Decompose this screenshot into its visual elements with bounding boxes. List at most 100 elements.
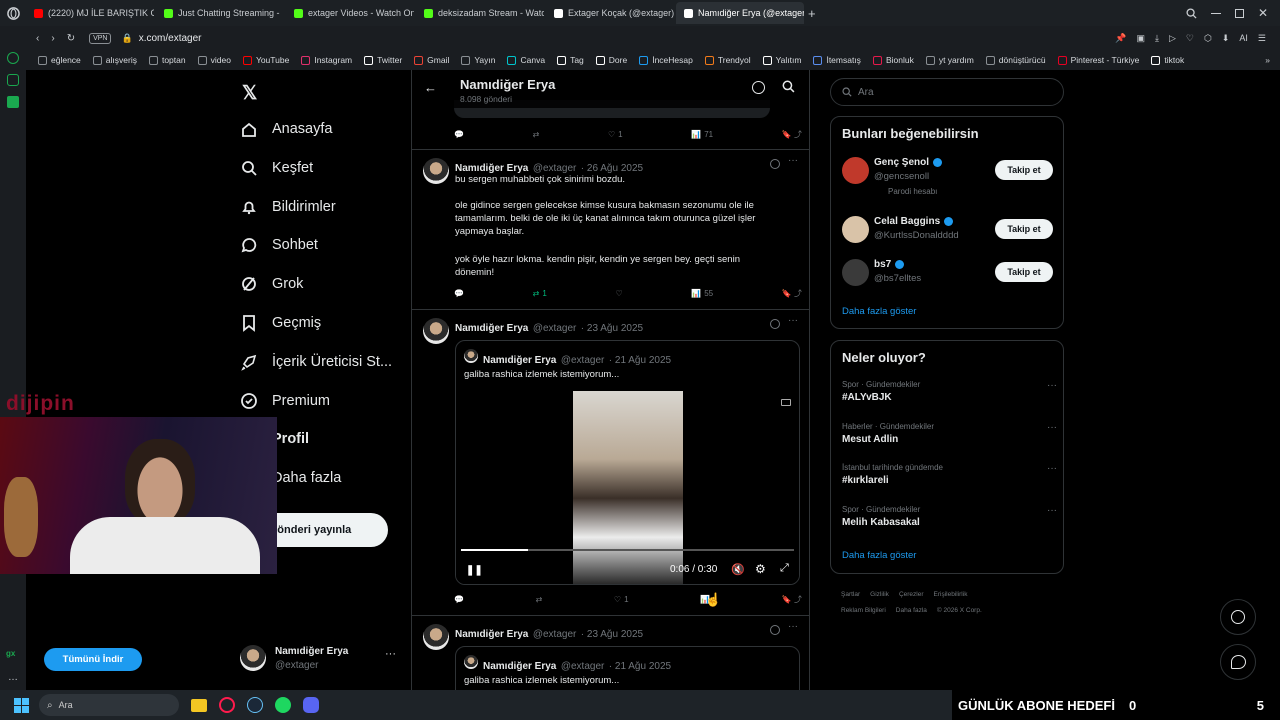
bookmark-item[interactable]: Canva xyxy=(501,55,551,65)
sidebar-more-icon[interactable]: … xyxy=(8,672,18,683)
bookmarks-overflow-icon[interactable]: » xyxy=(1265,55,1270,65)
grok-float-button[interactable] xyxy=(1220,599,1256,635)
follow-suggestion[interactable]: Genç Şenol @gencsenoll Parodi hesabı Tak… xyxy=(831,157,1063,201)
trend-item[interactable]: İstanbul tarihinde gündemde #kırklareli … xyxy=(842,463,1057,495)
retweet-icon[interactable]: ⇄ xyxy=(533,130,540,139)
snapshot-icon[interactable]: ▣ xyxy=(1137,33,1146,44)
nav-item-search[interactable]: Keşfet xyxy=(240,159,313,177)
follow-suggestion[interactable]: Celal Baggins @KurtlssDonaldddd Takip et xyxy=(831,216,1063,260)
spotify-icon[interactable] xyxy=(275,697,291,713)
grok-icon[interactable] xyxy=(770,319,780,329)
back-icon[interactable]: ‹ xyxy=(36,33,39,44)
play-icon[interactable]: ▷ xyxy=(1169,33,1176,44)
nav-item-verified[interactable]: Premium xyxy=(240,392,330,410)
opera-gx-icon[interactable] xyxy=(219,697,235,713)
messages-float-button[interactable] xyxy=(1220,644,1256,680)
reload-icon[interactable]: ↻ xyxy=(67,33,75,44)
footer-link[interactable]: Şartlar xyxy=(841,587,860,603)
views-button[interactable]: 📊 71 xyxy=(691,130,713,139)
back-arrow-icon[interactable]: ← xyxy=(424,80,437,95)
bookmark-item[interactable]: yt yardım xyxy=(920,55,980,65)
trend-item[interactable]: Spor · Gündemdekiler Melih Kabasakal ··· xyxy=(842,505,1057,537)
more-icon[interactable]: ··· xyxy=(788,621,798,632)
show-more-link[interactable]: Daha fazla göster xyxy=(842,306,916,317)
quote-tweet[interactable]: Namıdiğer Erya @extager · 21 Ağu 2025 ga… xyxy=(455,646,800,690)
footer-link[interactable]: © 2026 X Corp. xyxy=(937,603,982,619)
grok-icon[interactable] xyxy=(770,625,780,635)
like-button[interactable]: ♡ 1 xyxy=(614,595,629,604)
grok-icon[interactable] xyxy=(752,81,765,94)
footer-link[interactable]: Çerezler xyxy=(899,587,924,603)
nav-item-grok[interactable]: Grok xyxy=(240,275,303,293)
nav-item-bookmark[interactable]: Geçmiş xyxy=(240,314,321,332)
x-logo-icon[interactable]: 𝕏 xyxy=(242,82,257,105)
follow-button[interactable]: Takip et xyxy=(995,262,1053,282)
bookmark-item[interactable]: Trendyol xyxy=(699,55,757,65)
tweet-handle[interactable]: @extager xyxy=(533,323,577,334)
pin-icon[interactable]: 📌 xyxy=(1115,33,1126,44)
footer-link[interactable]: Reklam Bilgileri xyxy=(841,603,886,619)
bookmark-item[interactable]: Gmail xyxy=(408,55,455,65)
sidebar-gx-icon[interactable]: gx xyxy=(6,649,15,658)
tweet-author[interactable]: Namıdiğer Erya xyxy=(455,629,528,640)
browser-tab[interactable]: (2220) MJ İLE BARIŞTIK G xyxy=(26,2,154,24)
tweet-author[interactable]: Namıdiğer Erya xyxy=(455,323,528,334)
bookmark-item[interactable]: İnceHesap xyxy=(633,55,699,65)
footer-link[interactable]: Daha fazla xyxy=(896,603,927,619)
bookmark-item[interactable]: Yalıtım xyxy=(757,55,808,65)
browser-tab[interactable]: deksizadam Stream - Watc xyxy=(416,2,544,24)
tweet-avatar[interactable] xyxy=(423,624,449,650)
browser-tab[interactable]: Namıdiğer Erya (@extager) xyxy=(676,2,804,24)
reply-icon[interactable]: 💬 xyxy=(454,289,464,298)
tweet-date[interactable]: · 23 Ağu 2025 xyxy=(581,323,643,334)
search-icon[interactable] xyxy=(782,80,795,98)
bookmark-item[interactable]: İtemsatış xyxy=(807,55,866,65)
trends-show-more-link[interactable]: Daha fazla göster xyxy=(842,550,916,561)
grok-icon[interactable] xyxy=(770,159,780,169)
opera-logo-icon[interactable] xyxy=(0,0,26,26)
bookmark-item[interactable]: dönüştürücü xyxy=(980,55,1052,65)
url-field[interactable]: x.com/extager xyxy=(139,33,202,44)
bookmark-item[interactable]: Pinterest - Türkiye xyxy=(1052,55,1146,65)
bookmark-icon[interactable]: 🔖 ⤴ xyxy=(782,594,802,605)
heart-icon[interactable]: ♡ xyxy=(1186,33,1194,44)
bookmark-item[interactable]: toptan xyxy=(143,55,192,65)
pause-icon[interactable]: ❚❚ xyxy=(466,565,483,576)
bookmark-item[interactable]: eğlence xyxy=(32,55,87,65)
tweet-date[interactable]: · 23 Ağu 2025 xyxy=(581,629,643,640)
retweet-button[interactable]: ⇄ 1 xyxy=(533,289,547,298)
more-icon[interactable]: ··· xyxy=(1047,380,1057,391)
follow-button[interactable]: Takip et xyxy=(995,219,1053,239)
windows-start-icon[interactable] xyxy=(14,697,29,713)
more-icon[interactable]: ··· xyxy=(788,155,798,166)
more-icon[interactable]: ··· xyxy=(788,315,798,326)
tweet[interactable]: Namıdiğer Erya @extager · 23 Ağu 2025 ··… xyxy=(412,310,809,616)
bookmark-item[interactable]: tiktok xyxy=(1145,55,1190,65)
reply-icon[interactable]: 💬 xyxy=(454,595,464,604)
maximize-button[interactable] xyxy=(1234,8,1244,18)
retweet-icon[interactable]: ⇄ xyxy=(536,595,543,604)
sidebar-whatsapp-icon[interactable] xyxy=(7,52,19,64)
browser-tab[interactable]: extager Videos - Watch On xyxy=(286,2,414,24)
mute-icon[interactable]: 🔇 xyxy=(731,563,745,576)
downloads-icon[interactable]: ⬇ xyxy=(1222,33,1230,44)
footer-link[interactable]: Gizlilik xyxy=(870,587,889,603)
taskbar-search[interactable]: ⌕ Ara xyxy=(39,694,179,716)
bookmark-item[interactable]: Twitter xyxy=(358,55,408,65)
forward-icon[interactable]: › xyxy=(51,33,54,44)
bookmark-item[interactable]: YouTube xyxy=(237,55,295,65)
minimize-button[interactable] xyxy=(1210,12,1221,14)
tweet-avatar[interactable] xyxy=(423,318,449,344)
nav-item-bell[interactable]: Bildirimler xyxy=(240,198,336,216)
fullscreen-icon[interactable]: ⤢ xyxy=(780,562,789,575)
footer-link[interactable]: Erişilebilirlik xyxy=(934,587,968,603)
bookmark-item[interactable]: Dore xyxy=(590,55,633,65)
tweet[interactable]: Namıdiğer Erya @extager · 23 Ağu 2025 ··… xyxy=(412,616,809,690)
follow-button[interactable]: Takip et xyxy=(995,160,1053,180)
browser-tab[interactable]: Extager Koçak (@extager) xyxy=(546,2,674,24)
tweet[interactable]: Namıdiğer Erya @extager · 26 Ağu 2025 ··… xyxy=(412,150,809,310)
bookmark-item[interactable]: alışveriş xyxy=(87,55,143,65)
sidebar-player-icon[interactable] xyxy=(7,96,19,108)
sidebar-ai-icon[interactable] xyxy=(7,74,19,86)
more-icon[interactable]: ··· xyxy=(1047,463,1057,474)
